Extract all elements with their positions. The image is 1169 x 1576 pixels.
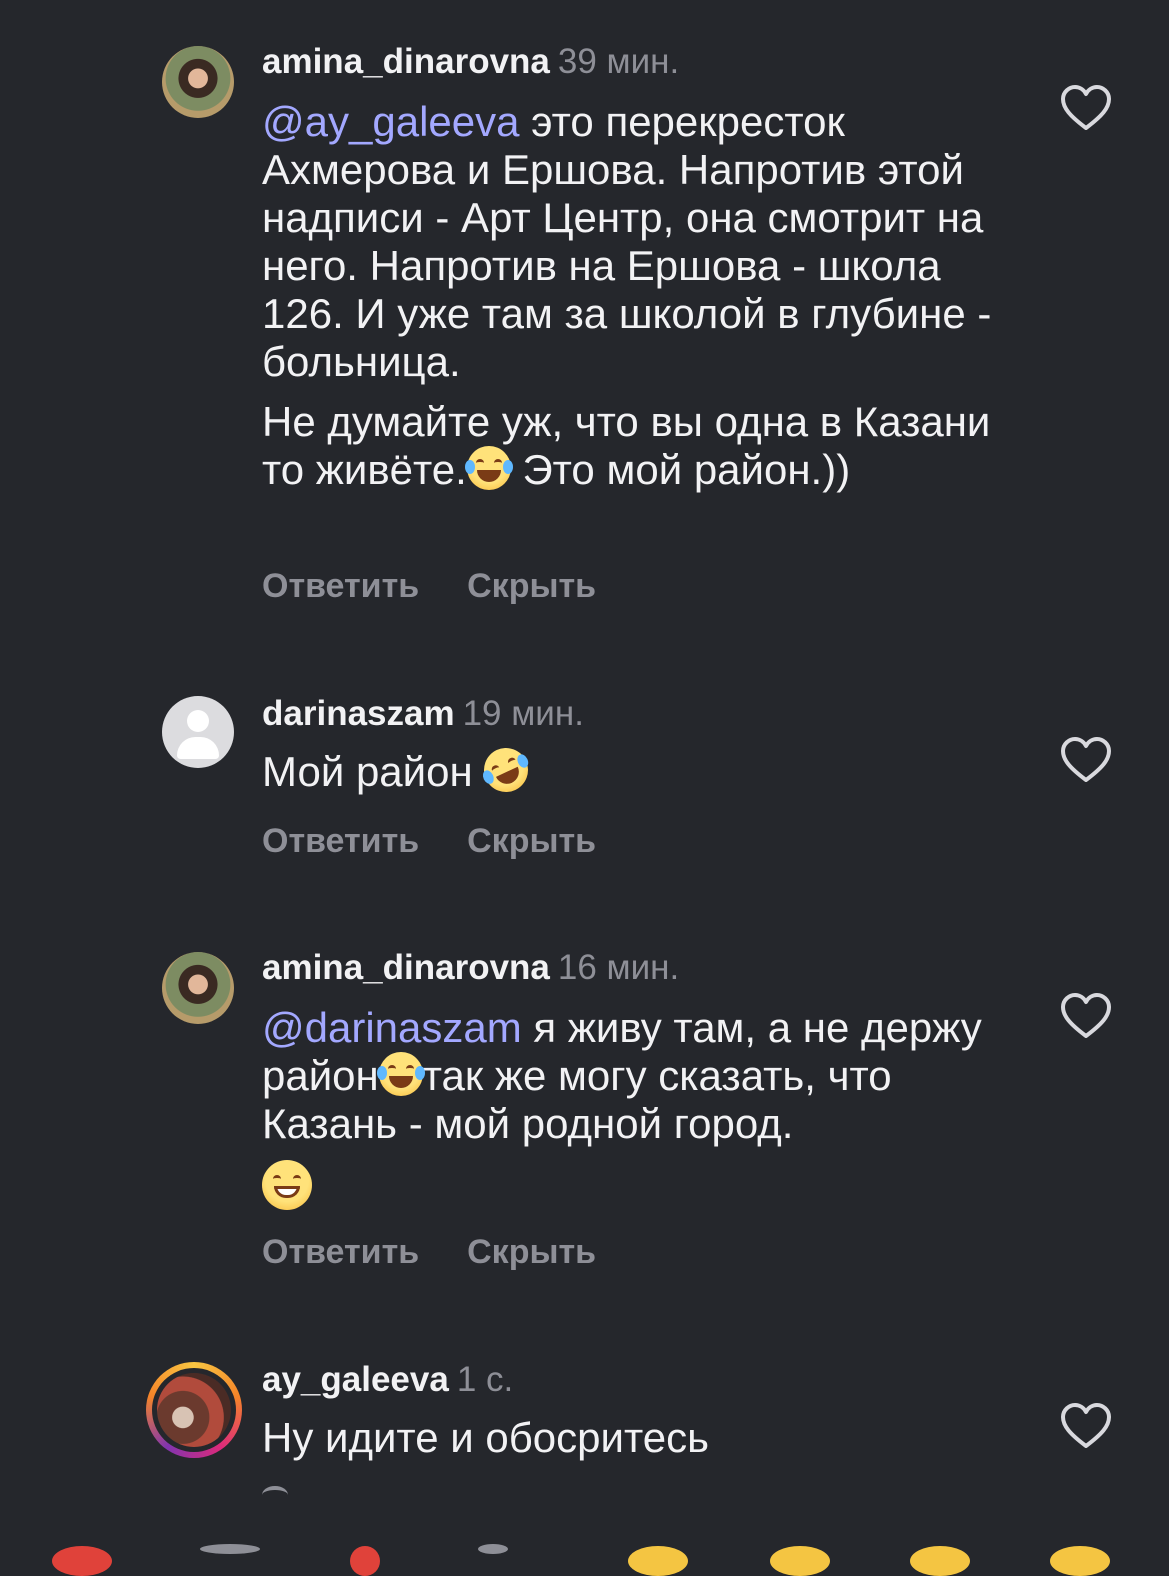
comment-actions: Ответить Скрыть <box>262 821 596 861</box>
mention-link[interactable]: @ay_galeeva <box>262 98 519 145</box>
comment-actions: Ответить Скрыть <box>262 1232 596 1272</box>
like-heart-icon[interactable] <box>1060 1402 1112 1450</box>
comment-meta: amina_dinarovna 16 мин. <box>262 948 679 988</box>
heart-emoji-icon[interactable] <box>52 1546 112 1576</box>
like-heart-icon[interactable] <box>1060 736 1112 784</box>
comment-text: Мой район <box>262 740 1022 800</box>
face-with-tears-of-joy-icon <box>376 1052 425 1096</box>
hide-button[interactable]: Скрыть <box>467 567 596 605</box>
fire-emoji-icon[interactable] <box>350 1546 380 1576</box>
comment-actions: Ответить Скрыть <box>262 566 596 606</box>
username[interactable]: amina_dinarovna <box>262 42 550 81</box>
comment-meta: darinaszam 19 мин. <box>262 694 584 734</box>
timestamp: 16 мин. <box>557 948 680 987</box>
like-heart-icon[interactable] <box>1060 992 1112 1040</box>
reply-button[interactable]: Ответить <box>262 1233 419 1271</box>
grinning-face-icon <box>262 1160 312 1210</box>
surprised-face-emoji-icon[interactable] <box>910 1546 970 1576</box>
username[interactable]: darinaszam <box>262 694 455 733</box>
timestamp: 39 мин. <box>557 42 680 81</box>
avatar[interactable] <box>162 952 234 1024</box>
avatar[interactable] <box>162 46 234 118</box>
mention-link[interactable]: @darinaszam <box>262 1004 522 1051</box>
laughing-face-emoji-icon[interactable] <box>1050 1546 1110 1576</box>
hide-button[interactable]: Скрыть <box>467 822 596 860</box>
comment-meta: amina_dinarovna 39 мин. <box>262 42 679 82</box>
comment-text: Ну идите и обосритесь <box>262 1414 709 1461</box>
face-with-tears-of-joy-icon <box>464 446 513 490</box>
avatar-story-ring[interactable] <box>146 1362 242 1458</box>
emoji-reaction-bar <box>0 1540 1169 1576</box>
crying-face-emoji-icon[interactable] <box>628 1546 688 1576</box>
username[interactable]: ay_galeeva <box>262 1360 449 1399</box>
avatar-placeholder[interactable] <box>162 696 234 768</box>
comment-text: @darinaszam я живу там, а не держу район… <box>262 1004 1022 1214</box>
comment-meta: ay_galeeva 1 с. <box>262 1360 513 1400</box>
clap-emoji-icon[interactable] <box>200 1544 260 1554</box>
comment-text: @ay_galeeva это перекресток Ахмерова и Е… <box>262 98 992 493</box>
timestamp: 1 с. <box>456 1360 514 1399</box>
hide-button[interactable]: Скрыть <box>467 1233 596 1271</box>
reply-button[interactable]: Ответить <box>262 567 419 605</box>
username[interactable]: amina_dinarovna <box>262 948 550 987</box>
heart-eyes-emoji-icon[interactable] <box>770 1546 830 1576</box>
like-heart-icon[interactable] <box>1060 84 1112 132</box>
reply-button[interactable]: Ответить <box>262 822 419 860</box>
timestamp: 19 мин. <box>462 694 584 733</box>
rolling-on-floor-laughing-icon <box>477 740 536 800</box>
raised-hands-emoji-icon[interactable] <box>478 1544 508 1554</box>
more-replies-indicator <box>262 1486 288 1504</box>
